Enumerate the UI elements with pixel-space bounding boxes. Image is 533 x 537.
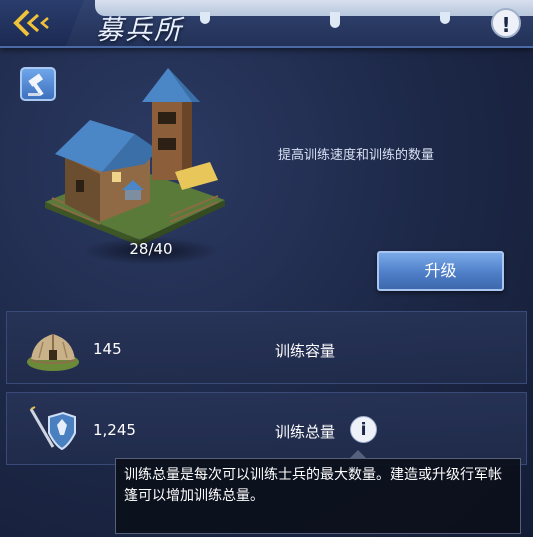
total-label: 训练总量 <box>275 423 336 441</box>
tooltip-pointer <box>350 450 366 458</box>
troops-icon <box>29 406 76 451</box>
snow-drip <box>200 12 210 24</box>
capacity-value: 145 <box>93 340 122 358</box>
top-bar: 募兵所 ! <box>0 0 533 48</box>
snow-drip <box>330 12 340 28</box>
upgrade-button[interactable]: 升级 <box>377 251 504 291</box>
back-button[interactable] <box>0 0 84 46</box>
troop-count: 28/40 <box>129 240 173 258</box>
total-value: 1,245 <box>93 421 136 439</box>
building-description: 提高训练速度和训练的数量 <box>278 148 435 163</box>
capacity-label: 训练容量 <box>275 342 336 360</box>
page-title: 募兵所 <box>96 15 183 46</box>
info-icon[interactable]: i <box>350 416 377 443</box>
tooltip: 训练总量是每次可以训练士兵的最大数量。建造或升级行军帐篷可以增加训练总量。 <box>115 458 521 534</box>
info-icon[interactable]: ! <box>491 8 521 38</box>
tent-icon <box>27 334 79 371</box>
stat-row-total: 1,245 训练总量 i <box>6 392 527 465</box>
back-arrow-icon <box>13 9 49 37</box>
stat-row-capacity: 145 训练容量 <box>6 311 527 384</box>
snow-drip <box>440 12 450 24</box>
barracks-building-image[interactable] <box>40 62 230 247</box>
